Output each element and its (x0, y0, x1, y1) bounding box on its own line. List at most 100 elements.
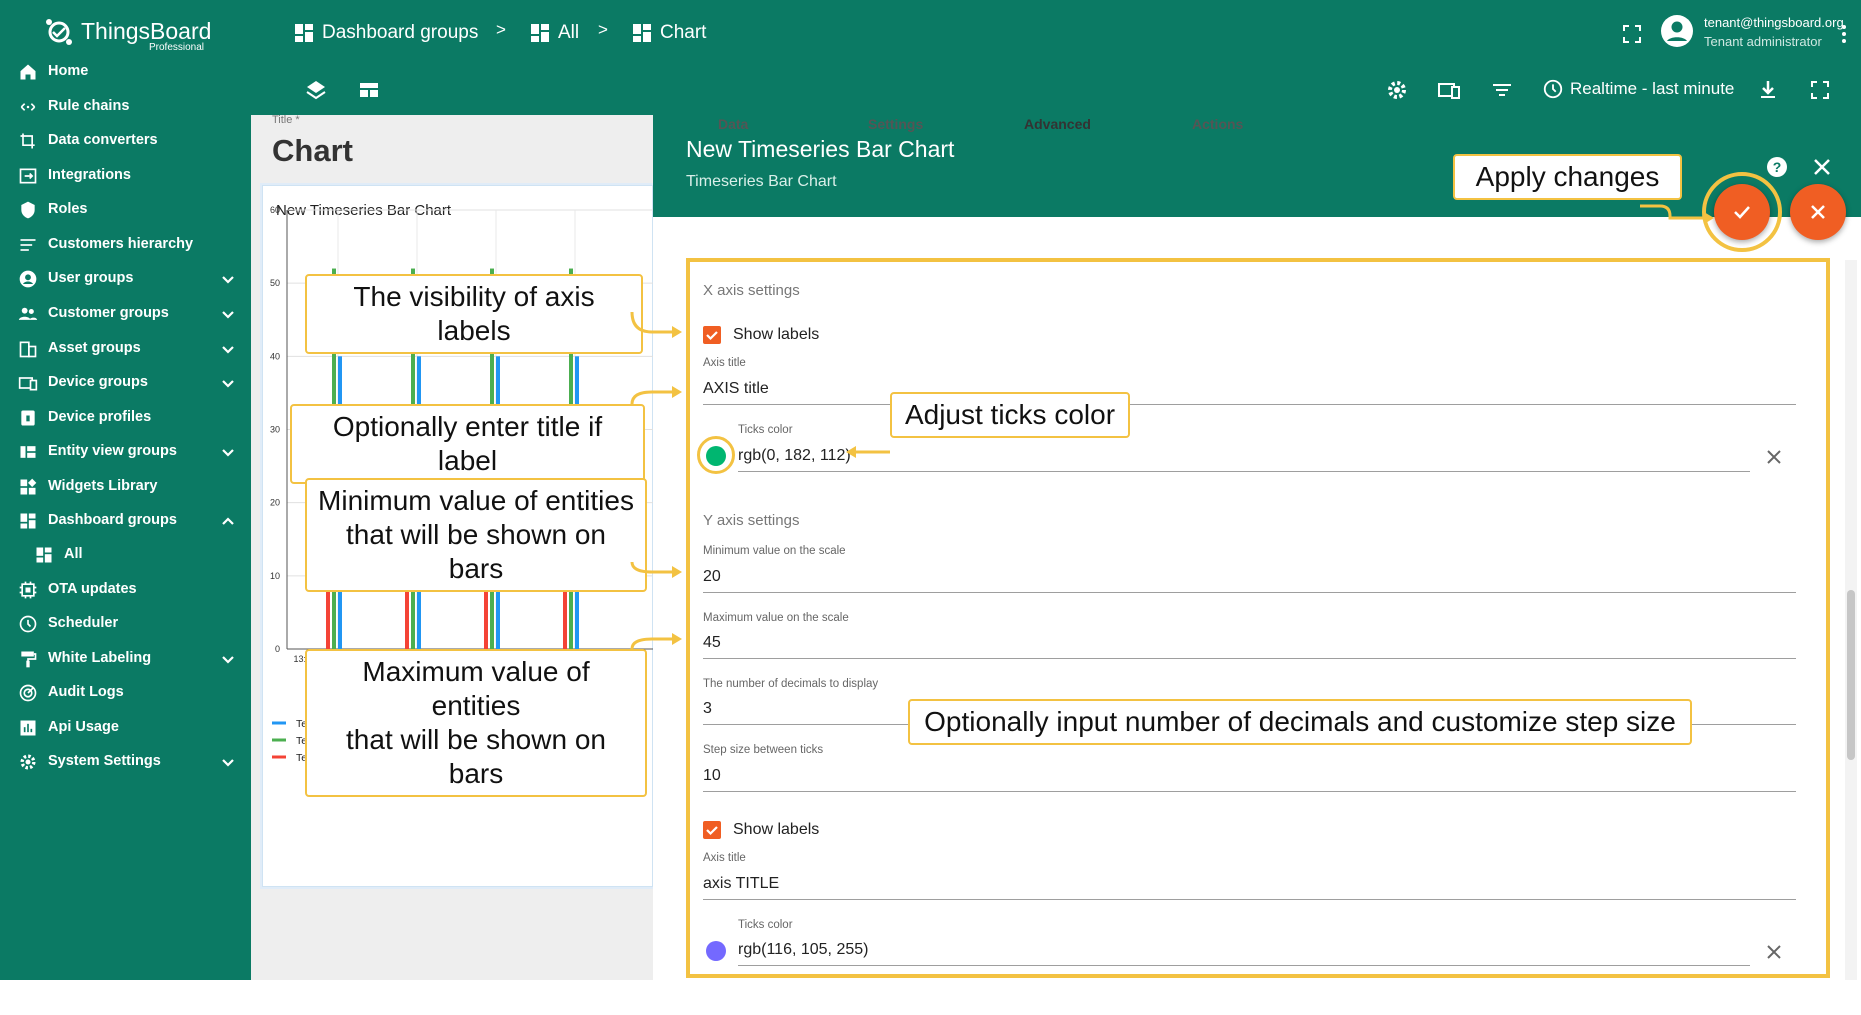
cancel-button[interactable] (1790, 184, 1846, 240)
chevron-down-icon[interactable] (220, 341, 236, 357)
dashboard-icon (295, 24, 313, 42)
timewindow-button[interactable]: Realtime - last minute (1542, 78, 1734, 100)
y-tick-label: 50 (270, 278, 280, 288)
format-paint-icon (21, 651, 37, 668)
breadcrumb-dashboard-groups[interactable]: Dashboard groups (294, 22, 478, 44)
svg-text:?: ? (1773, 159, 1782, 175)
breadcrumb-all[interactable]: All (530, 22, 579, 44)
home-icon (20, 64, 36, 80)
sidebar-item-label: Rule chains (48, 98, 130, 114)
hierarchy-icon (20, 239, 36, 251)
domain-icon (19, 341, 37, 358)
y-tick-label: 40 (270, 351, 280, 361)
sidebar-item-label: Device profiles (48, 409, 152, 425)
sidebar-item-label: Dashboard groups (48, 512, 177, 528)
y-tick-label: 10 (270, 571, 280, 581)
tab-advanced[interactable]: Advanced (1024, 116, 1091, 132)
sidebar-item-label: White Labeling (48, 650, 152, 666)
people-icon (18, 307, 38, 320)
schedule-icon (19, 615, 37, 633)
chevron-down-icon[interactable] (220, 271, 236, 287)
apply-button[interactable] (1714, 184, 1770, 240)
breadcrumb-separator: > (598, 20, 608, 39)
fullscreen-icon[interactable] (1808, 78, 1832, 102)
tab-actions[interactable]: Actions (1192, 116, 1243, 132)
sidebar-item-label: Home (48, 63, 89, 79)
callout-apply: Apply changes (1453, 154, 1682, 200)
callout-min-line: Minimum value of entities (318, 485, 634, 516)
callout-min: Minimum value of entities that will be sh… (305, 478, 647, 592)
chevron-down-icon[interactable] (220, 375, 236, 391)
callout-max-line: that will be shown on bars (346, 724, 606, 789)
account-circle-icon (19, 270, 37, 288)
fullscreen-icon[interactable] (1620, 22, 1644, 46)
y-tick-label: 0 (275, 644, 280, 654)
download-icon[interactable] (1756, 78, 1780, 102)
sidebar-item-label: Device groups (48, 374, 148, 390)
sidebar-item-system-settings[interactable]: System Settings (0, 741, 251, 782)
user-role: Tenant administrator (1704, 34, 1822, 49)
integration-icon (19, 168, 37, 184)
insert-chart-icon (20, 720, 36, 736)
filter-icon[interactable] (1490, 78, 1514, 102)
callout-min-line: that will be shown on bars (346, 519, 606, 584)
close-icon[interactable] (1812, 157, 1832, 177)
breadcrumb-label: Dashboard groups (322, 22, 479, 43)
sidebar-item-label: Roles (48, 201, 88, 217)
layers-icon[interactable] (304, 78, 328, 102)
title-field-value[interactable]: Chart (272, 133, 353, 169)
title-field-label: Title * (272, 114, 300, 126)
logo-icon (46, 19, 72, 45)
converter-icon (20, 133, 35, 149)
chevron-down-icon[interactable] (220, 444, 236, 460)
memory-icon (19, 581, 37, 599)
sidebar-item-label: User groups (48, 270, 134, 286)
sidebar: ThingsBoard Professional Home Rule chains… (0, 0, 251, 980)
web-layout-icon[interactable] (357, 78, 381, 102)
devices-icon[interactable] (1437, 78, 1461, 102)
tab-settings[interactable]: Settings (868, 116, 923, 132)
devices-icon (18, 377, 38, 391)
callout-max-line: Maximum value of entities (362, 656, 590, 721)
account-icon[interactable] (1660, 14, 1694, 48)
panel-title: New Timeseries Bar Chart (686, 136, 955, 162)
close-icon (1811, 205, 1825, 219)
dashboard-icon (531, 24, 549, 42)
sidebar-item-label: Asset groups (48, 340, 141, 356)
user-email: tenant@thingsboard.org (1704, 15, 1844, 30)
sidebar-item-label: Audit Logs (48, 684, 124, 700)
sidebar-item-label: Entity view groups (48, 443, 177, 459)
breadcrumb-label: Chart (660, 22, 707, 43)
track-changes-icon (19, 684, 37, 702)
sidebar-item-label: Widgets Library (48, 478, 158, 494)
chevron-down-icon[interactable] (220, 306, 236, 322)
clock-icon (1543, 79, 1563, 99)
breadcrumb-label: All (558, 22, 580, 43)
check-icon (1734, 206, 1750, 219)
more-vert-icon[interactable] (1832, 22, 1856, 46)
scrollbar-thumb[interactable] (1847, 590, 1855, 760)
widgets-icon (20, 478, 37, 495)
rule-chain-icon (20, 103, 36, 111)
y-tick-label: 60 (270, 205, 280, 215)
dashboard-icon (633, 24, 651, 42)
chevron-down-icon[interactable] (220, 651, 236, 667)
y-tick-label: 20 (270, 498, 280, 508)
sidebar-item-label: System Settings (48, 753, 161, 769)
timewindow-label: Realtime - last minute (1570, 79, 1735, 98)
callout-visibility: The visibility of axis labels (305, 274, 643, 354)
help-icon[interactable]: ? (1765, 155, 1789, 179)
tab-data[interactable]: Data (718, 116, 748, 132)
settings-icon[interactable] (1385, 78, 1409, 102)
shield-icon (21, 201, 35, 219)
thingsboard-logo[interactable]: ThingsBoard Professional (41, 12, 221, 56)
breadcrumb-chart: Chart (632, 22, 706, 44)
callout-max: Maximum value of entities that will be sh… (305, 649, 647, 797)
chevron-down-icon[interactable] (220, 754, 236, 770)
chevron-up-icon[interactable] (220, 513, 236, 529)
sidebar-item-label: Customer groups (48, 305, 169, 321)
sidebar-item-label: Scheduler (48, 615, 119, 631)
brand-name: ThingsBoard (81, 18, 212, 44)
device-profile-icon (21, 410, 35, 426)
advanced-settings-highlight (686, 258, 1830, 978)
